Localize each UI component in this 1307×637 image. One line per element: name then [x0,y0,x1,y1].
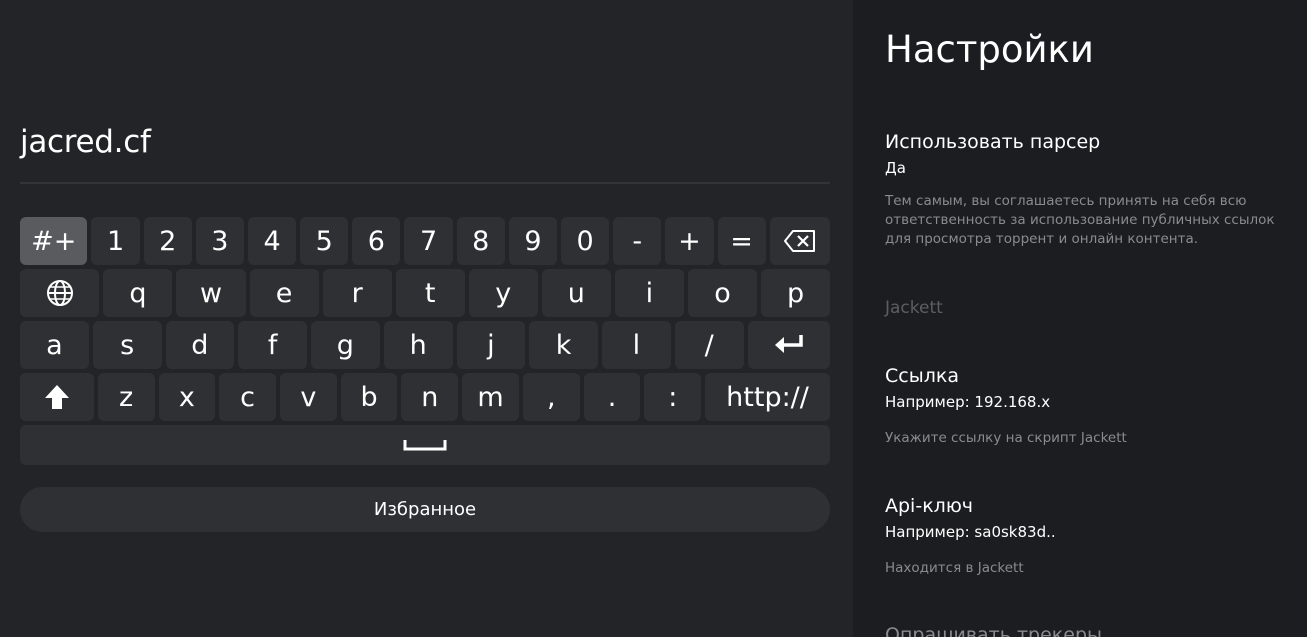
key-r[interactable]: r [322,269,392,317]
keyboard-panel: jacred.cf #+ 1 2 3 4 5 6 7 8 9 0- + = qwertyuiop asd… [0,0,853,637]
settings-item-poll-trackers[interactable]: Опрашивать трекеры [885,624,1102,637]
key-d[interactable]: d [165,321,235,369]
backspace-key[interactable] [769,217,830,265]
key-t[interactable]: t [395,269,465,317]
key-p[interactable]: p [760,269,831,317]
keyboard-row-2: qwertyuiop [20,269,831,317]
key-symbols[interactable]: #+ [20,217,88,265]
key-k[interactable]: k [529,321,598,369]
globe-icon [46,280,73,306]
key-period[interactable]: . [583,373,641,421]
page-title: Настройки [885,28,1094,71]
input-underline [20,182,830,184]
key-equals[interactable]: = [717,217,766,265]
key-u[interactable]: u [541,269,611,317]
key-f[interactable]: f [238,321,307,369]
key-v[interactable]: v [279,373,337,421]
settings-item-value: Например: 192.168.x [885,393,1051,411]
key-7[interactable]: 7 [404,217,453,265]
key-i[interactable]: i [614,269,684,317]
key-slash[interactable]: / [674,321,744,369]
key-colon[interactable]: : [644,373,702,421]
key-6[interactable]: 6 [352,217,401,265]
keyboard-row-1: #+ 1 2 3 4 5 6 7 8 9 0- + = [20,217,830,265]
key-o[interactable]: o [687,269,757,317]
key-e[interactable]: e [249,269,319,317]
key-4[interactable]: 4 [247,217,297,265]
shift-key[interactable] [20,373,94,421]
key-2[interactable]: 2 [143,217,192,265]
key-y[interactable]: y [468,269,538,317]
key-plus[interactable]: + [665,217,714,265]
section-header-jackett: Jackett [885,298,943,318]
backspace-icon [783,230,815,252]
key-5[interactable]: 5 [300,217,349,265]
settings-item-description: Находится в Jackett [885,560,1024,576]
key-l[interactable]: l [602,321,671,369]
settings-item-label: Ссылка [885,365,959,387]
settings-item-description: Укажите ссылку на скрипт Jackett [885,430,1127,446]
keyboard-row-3: a s d f g h j k l / [20,321,830,369]
key-n[interactable]: n [401,373,459,421]
key-a[interactable]: a [20,321,89,369]
key-b[interactable]: b [340,373,398,421]
key-3[interactable]: 3 [195,217,244,265]
key-w[interactable]: w [176,269,246,317]
settings-item-value: Например: sa0sk83d.. [885,523,1056,541]
key-s[interactable]: s [92,321,162,369]
key-q[interactable]: q [103,269,173,317]
key-j[interactable]: j [456,321,526,369]
key-g[interactable]: g [311,321,380,369]
key-minus[interactable]: - [613,217,662,265]
key-8[interactable]: 8 [456,217,505,265]
enter-icon [774,335,803,353]
keyboard-row-4: z x c v b n m,.: http:// [20,373,830,421]
settings-item-label: Использовать парсер [885,131,1101,153]
keyboard-row-5 [20,425,830,465]
key-1[interactable]: 1 [91,217,140,265]
key-comma[interactable]: , [522,373,580,421]
key-h[interactable]: h [383,321,453,369]
settings-item-link[interactable]: Ссылка Например: 192.168.x Укажите ссылк… [885,365,1280,448]
space-key[interactable] [20,425,830,465]
key-z[interactable]: z [97,373,155,421]
key-m[interactable]: m [462,373,519,421]
shift-arrow-icon [44,385,69,409]
text-input-value[interactable]: jacred.cf [20,124,151,160]
space-icon [403,440,447,451]
key-http[interactable]: http:// [705,373,830,421]
key-9[interactable]: 9 [508,217,557,265]
favorites-button[interactable]: Избранное [20,487,830,532]
language-key[interactable] [20,269,100,317]
key-0[interactable]: 0 [561,217,610,265]
settings-item-apikey[interactable]: Api-ключ Например: sa0sk83d.. Находится … [885,495,1280,578]
settings-item-parser[interactable]: Использовать парсер Да Тем самым, вы сог… [885,131,1280,249]
key-c[interactable]: c [219,373,276,421]
settings-item-label: Опрашивать трекеры [885,624,1103,637]
virtual-keyboard: #+ 1 2 3 4 5 6 7 8 9 0- + = qwertyuiop a s d f g h j k l / zx… [20,217,831,469]
settings-panel: Настройки Использовать парсер Да Тем сам… [853,0,1307,637]
key-x[interactable]: x [158,373,216,421]
settings-item-description: Тем самым, вы соглашаетесь принять на се… [885,193,1275,247]
settings-item-label: Api-ключ [885,495,974,517]
settings-item-value: Да [885,159,906,177]
enter-key[interactable] [747,321,830,369]
